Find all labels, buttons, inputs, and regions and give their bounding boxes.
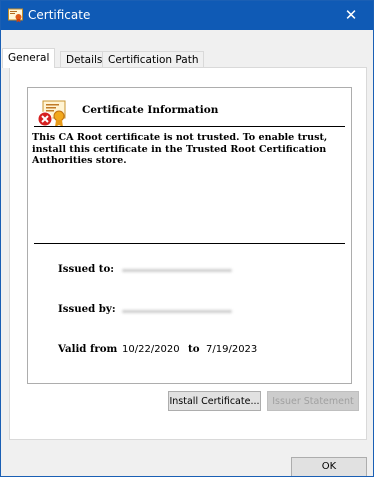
certificate-icon (8, 8, 23, 23)
install-certificate-button[interactable]: Install Certificate... (168, 391, 261, 411)
issued-to-value-redacted (122, 269, 232, 272)
trust-warning-text: This CA Root certificate is not trusted.… (32, 132, 328, 166)
window-title: Certificate (28, 8, 91, 22)
valid-from-label: Valid from (58, 343, 118, 355)
tab-certification-path[interactable]: Certification Path (102, 51, 205, 68)
certificate-dialog: Certificate ✕ General Details Certificat… (0, 0, 374, 477)
certificate-information-box: Certificate Information This CA Root cer… (27, 87, 352, 384)
title-bar[interactable]: Certificate ✕ (1, 1, 373, 30)
close-button[interactable]: ✕ (329, 1, 373, 30)
valid-to-label: to (188, 343, 200, 355)
close-icon: ✕ (344, 6, 358, 24)
general-tab-panel: Certificate Information This CA Root cer… (9, 67, 367, 440)
ok-button[interactable]: OK (291, 457, 367, 476)
valid-to-date: 7/19/2023 (206, 344, 258, 355)
tab-general[interactable]: General (2, 48, 56, 68)
issued-to-label: Issued to: (58, 263, 115, 275)
issuer-statement-button[interactable]: Issuer Statement (267, 391, 359, 411)
issued-by-label: Issued by: (58, 303, 116, 315)
details-divider (34, 243, 345, 244)
heading-divider (34, 126, 345, 127)
valid-from-date: 10/22/2020 (122, 344, 180, 355)
certificate-information-heading: Certificate Information (82, 104, 219, 116)
issued-by-value-redacted (122, 310, 232, 313)
certificate-error-icon (37, 100, 66, 127)
